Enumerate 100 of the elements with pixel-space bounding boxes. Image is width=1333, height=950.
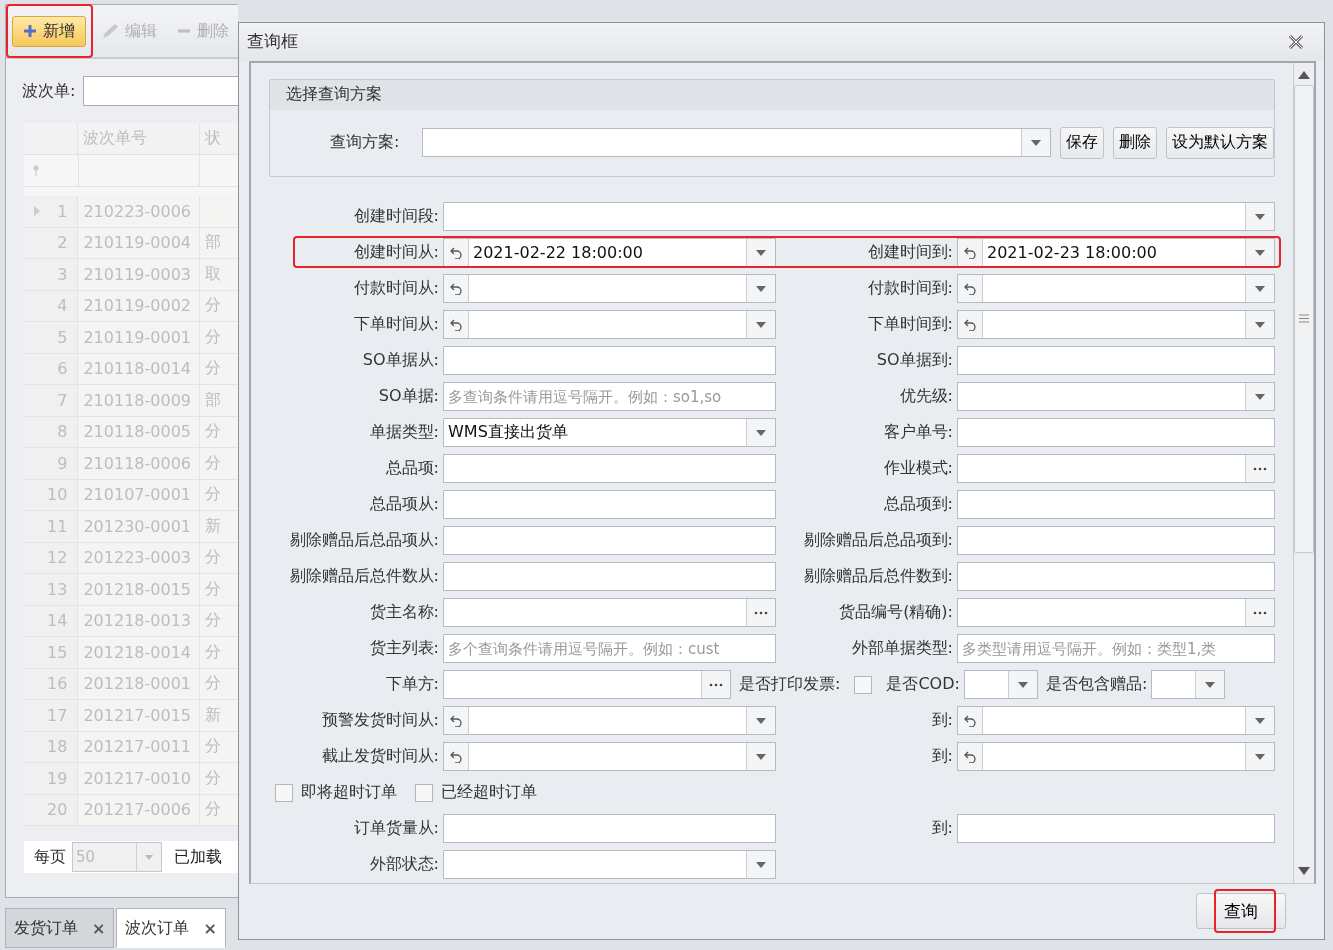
field-label: 下单时间从: bbox=[352, 314, 440, 336]
text-field[interactable] bbox=[443, 490, 776, 520]
scheme-button[interactable]: 删除 bbox=[1113, 126, 1157, 159]
document-tab[interactable]: 波次订单 × bbox=[116, 908, 226, 948]
date-time-field[interactable]: 2021-02-22 18:00:00 bbox=[443, 238, 776, 268]
dropdown-arrow-icon bbox=[1255, 285, 1265, 292]
scheme-button[interactable]: 设为默认方案 bbox=[1166, 126, 1274, 159]
checkbox[interactable] bbox=[415, 783, 433, 802]
undo-arrow-icon bbox=[964, 282, 976, 295]
field-label: 总品项: bbox=[384, 458, 440, 480]
text-field[interactable] bbox=[443, 454, 776, 484]
field-label: 创建时间段: bbox=[352, 206, 440, 228]
group-title: 选择查询方案 bbox=[286, 84, 382, 106]
dropdown-field[interactable] bbox=[443, 202, 1275, 232]
field-label: 剔除赠品后总件数到: bbox=[802, 566, 954, 588]
field-label: 下单时间到: bbox=[866, 314, 954, 336]
text-field[interactable]: 多个查询条件请用逗号隔开。例如：cust bbox=[443, 634, 776, 664]
dropdown-arrow-icon bbox=[1255, 717, 1265, 724]
field-label: 是否打印发票: bbox=[738, 674, 842, 696]
field-label: 付款时间从: bbox=[352, 278, 440, 300]
loaded-status-text: 已加载 bbox=[174, 846, 222, 868]
dropdown-arrow-icon bbox=[1205, 681, 1216, 688]
text-field[interactable] bbox=[443, 346, 776, 376]
dropdown-arrow-icon bbox=[1017, 681, 1028, 688]
dropdown-field[interactable]: WMS直接出货单 bbox=[443, 418, 776, 448]
text-field[interactable] bbox=[443, 814, 776, 844]
field-label: 货品编号(精确): bbox=[838, 602, 954, 624]
dropdown-arrow-icon bbox=[1255, 753, 1265, 760]
wave-number-field[interactable] bbox=[83, 76, 238, 106]
checkbox-label: 已经超时订单 bbox=[441, 782, 537, 804]
plus-icon bbox=[23, 24, 37, 38]
text-field[interactable]: 多查询条件请用逗号隔开。例如：so1,so bbox=[443, 382, 776, 412]
field-label: 预警发货时间从: bbox=[320, 710, 440, 732]
date-time-field[interactable] bbox=[443, 706, 776, 736]
date-time-field[interactable] bbox=[443, 742, 776, 772]
dropdown-arrow-icon bbox=[1031, 139, 1041, 146]
field-label: 是否包含赠品: bbox=[1044, 674, 1149, 696]
pencil-icon bbox=[101, 23, 119, 39]
date-time-field[interactable] bbox=[957, 310, 1275, 340]
dropdown-field[interactable] bbox=[963, 670, 1038, 700]
undo-arrow-icon bbox=[450, 318, 462, 331]
date-time-field[interactable]: 2021-02-23 18:00:00 bbox=[957, 238, 1275, 268]
lookup-field[interactable] bbox=[957, 454, 1275, 484]
ellipsis-icon bbox=[709, 682, 723, 687]
dropdown-arrow-icon bbox=[1255, 213, 1265, 220]
dropdown-arrow-icon bbox=[1255, 249, 1265, 256]
date-time-field[interactable] bbox=[443, 274, 776, 304]
dropdown-arrow-icon bbox=[756, 717, 766, 724]
ellipsis-icon bbox=[1253, 610, 1267, 615]
lookup-field[interactable] bbox=[443, 670, 731, 700]
field-label: SO单据从: bbox=[361, 350, 440, 372]
toolbar-button[interactable]: 新增 bbox=[12, 15, 86, 47]
close-icon[interactable] bbox=[1288, 34, 1304, 49]
document-tab[interactable]: 发货订单 × bbox=[5, 908, 115, 948]
date-time-field[interactable] bbox=[957, 274, 1275, 304]
undo-arrow-icon bbox=[450, 750, 462, 763]
scroll-up-icon[interactable] bbox=[1298, 70, 1310, 79]
filter-cell[interactable] bbox=[200, 155, 238, 187]
checkbox[interactable] bbox=[854, 675, 873, 694]
filter-pin-icon bbox=[32, 165, 40, 176]
text-field[interactable] bbox=[957, 814, 1275, 844]
text-field[interactable] bbox=[443, 526, 776, 556]
checkbox[interactable] bbox=[275, 783, 293, 802]
field-label: 作业模式: bbox=[882, 458, 954, 480]
text-field[interactable] bbox=[957, 490, 1275, 520]
undo-arrow-icon bbox=[964, 246, 976, 259]
lookup-field[interactable] bbox=[957, 598, 1275, 628]
field-label: 货主名称: bbox=[368, 602, 440, 624]
date-time-field[interactable] bbox=[957, 742, 1275, 772]
lookup-field[interactable] bbox=[443, 598, 776, 628]
undo-arrow-icon bbox=[964, 714, 976, 727]
date-time-field[interactable] bbox=[957, 706, 1275, 736]
field-label: 外部单据类型: bbox=[850, 638, 954, 660]
dropdown-field[interactable] bbox=[1151, 670, 1226, 700]
field-label: 总品项从: bbox=[368, 494, 440, 516]
text-field[interactable] bbox=[957, 526, 1275, 556]
field-label: 订单货量从: bbox=[352, 818, 440, 840]
scheme-button[interactable]: 保存 bbox=[1060, 126, 1104, 159]
field-label: 创建时间从: bbox=[352, 242, 440, 264]
field-label: 截止发货时间从: bbox=[320, 746, 440, 768]
text-field[interactable] bbox=[957, 562, 1275, 592]
scrollbar-thumb[interactable] bbox=[1294, 84, 1314, 553]
dialog-title: 查询框 bbox=[247, 30, 298, 54]
date-time-field[interactable] bbox=[443, 310, 776, 340]
field-label: 到: bbox=[930, 818, 954, 840]
field-label: SO单据: bbox=[377, 386, 440, 408]
text-field[interactable] bbox=[443, 562, 776, 592]
query-scheme-dropdown[interactable] bbox=[422, 128, 1051, 158]
scroll-down-icon[interactable] bbox=[1298, 866, 1310, 875]
field-label: 总品项到: bbox=[882, 494, 954, 516]
dropdown-field[interactable] bbox=[957, 382, 1275, 412]
dropdown-arrow-icon bbox=[756, 861, 766, 868]
query-button[interactable]: 查询 bbox=[1196, 893, 1286, 930]
text-field[interactable] bbox=[957, 418, 1275, 448]
dropdown-field[interactable] bbox=[443, 850, 776, 880]
text-field[interactable]: 多类型请用逗号隔开。例如：类型1,类 bbox=[957, 634, 1275, 664]
text-field[interactable] bbox=[957, 346, 1275, 376]
field-label: 下单方: bbox=[384, 674, 440, 696]
dropdown-arrow-icon bbox=[756, 249, 766, 256]
field-label: 创建时间到: bbox=[866, 242, 954, 264]
